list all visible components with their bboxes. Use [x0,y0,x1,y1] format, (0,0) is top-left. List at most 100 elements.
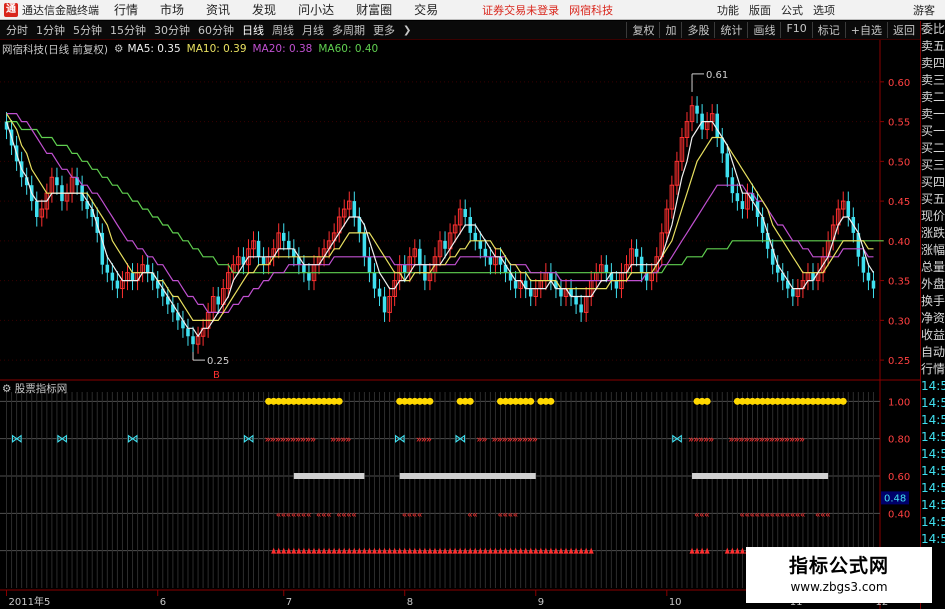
period-more[interactable]: 更多 [373,22,395,38]
guest-label[interactable]: 游客 [913,2,935,18]
menu-item-options[interactable]: 选项 [813,2,835,18]
menu-item-quotes[interactable]: 行情 [114,1,138,18]
signal-dot [335,397,343,405]
signal-arrow: » [426,435,432,446]
order-panel-item: 14:50 [921,396,945,410]
chevron-right-icon[interactable]: ❯ [403,25,411,36]
tool-mark[interactable]: 标记 [811,22,845,38]
price-tick-label: 0.40 [888,237,910,248]
period-monthly[interactable]: 月线 [302,22,324,38]
app-logo-icon: 通 [4,2,18,17]
candle-down [307,272,311,281]
menu-item-ask[interactable]: 问小达 [298,1,334,18]
order-panel-item: 外盘 [921,277,945,291]
sub-tick-label: 0.80 [888,435,910,446]
candle-down [216,296,220,305]
low-label: 0.25 [207,356,229,367]
signal-dot [527,397,535,405]
menu-item-discover[interactable]: 发现 [252,1,276,18]
tool-f10[interactable]: F10 [780,22,811,38]
menu-item-formula[interactable]: 公式 [781,2,803,18]
period-5min[interactable]: 5分钟 [73,22,102,38]
period-1min[interactable]: 1分钟 [36,22,65,38]
ma20-line [6,112,874,313]
menu-item-market[interactable]: 市场 [160,1,184,18]
ma10-label: MA10: 0.39 [186,43,247,55]
tool-add-watchlist[interactable]: +自选 [844,22,887,38]
chart-area[interactable]: 0.60 0.55 0.50 0.45 0.40 0.35 0.30 0.25 1.00 0.80… [0,40,920,609]
period-daily[interactable]: 日线 [242,22,264,38]
candle-down [377,288,382,297]
tool-add[interactable]: 加 [659,22,681,38]
signal-mark: « [704,510,710,520]
order-panel-item: 14:50 [921,430,945,444]
candle-down [579,304,583,313]
signal-arrow: » [310,435,316,446]
candle-down [634,248,639,257]
order-panel-item: 14:50 [921,464,945,478]
candle-down [191,336,195,345]
sub-tick-label: 1.00 [888,397,910,408]
period-timeshare[interactable]: 分时 [6,22,28,38]
tool-adjust[interactable]: 复权 [626,22,659,38]
menu-item-function[interactable]: 功能 [717,2,739,18]
signal-bar [293,473,365,479]
candle-down [362,232,367,257]
menu-item-wealth[interactable]: 财富圈 [356,1,392,18]
menu-item-trade[interactable]: 交易 [414,1,438,18]
period-60min[interactable]: 60分钟 [198,22,234,38]
candle-down [34,201,39,217]
ma5-label: MA5: 0.35 [127,43,181,55]
price-tick-label: 0.60 [888,78,910,89]
period-toolbar: 分时 1分钟 5分钟 15分钟 30分钟 60分钟 日线 周线 月线 多周期 更… [0,21,920,40]
period-weekly[interactable]: 周线 [272,22,294,38]
candle-down [735,193,740,202]
signal-dot [547,397,555,405]
login-notice[interactable]: 证券交易未登录 [482,2,559,18]
candle-down [418,248,422,265]
candle-down [488,256,493,265]
signal-bar [399,473,536,479]
candle-down [473,232,478,241]
time-tick-label: 8 [407,597,413,608]
tool-draw[interactable]: 画线 [747,22,780,38]
ma20-label: MA20: 0.38 [252,43,313,55]
gear-icon[interactable]: ⚙ [2,383,11,395]
period-30min[interactable]: 30分钟 [154,22,190,38]
menu-item-layout[interactable]: 版面 [749,2,771,18]
time-tick-label: 2011年5 [9,595,51,608]
price-tick-label: 0.50 [888,157,910,168]
chart-stock-title: 网宿科技(日线 前复权) [2,43,109,56]
order-panel-item: 委比 [921,22,945,36]
signal-mark: « [472,510,478,520]
tool-stats[interactable]: 统计 [714,22,747,38]
watermark: 指标公式网 www.zbgs3.com [746,547,932,603]
signal-mark: « [326,510,332,520]
order-panel-item: 14:50 [921,447,945,461]
candle-down [483,248,488,257]
period-multi[interactable]: 多周期 [332,22,365,38]
order-panel-item: 现价 [921,209,945,223]
butterfly-icon: ⋈ [11,432,23,446]
candle-down [372,272,377,289]
tool-multi-stock[interactable]: 多股 [681,22,714,38]
candle-down [463,209,467,217]
price-tick-label: 0.35 [888,277,910,288]
order-book-panel: 委比 卖五 卖四 卖三 卖二 卖一 买一 买二 买三 买四 买五 现价 涨跌 涨幅 总量 外盘 换手 净资 收益 自动… [920,21,945,609]
price-tick-label: 0.25 [888,356,910,367]
buy-signal-marker: B [213,370,220,381]
order-panel-item: 买三 [921,158,945,172]
candle-down [302,264,306,273]
gear-icon[interactable]: ⚙ [114,43,123,55]
kline-chart[interactable]: 0.60 0.55 0.50 0.45 0.40 0.35 0.30 0.25 1.00 0.80… [0,40,920,609]
candle-down [443,240,447,249]
menu-item-news[interactable]: 资讯 [206,1,230,18]
candle-down [115,280,120,289]
signal-dot [466,397,474,405]
tool-back[interactable]: 返回 [887,22,920,38]
stock-name-title: 网宿科技 [569,3,614,17]
order-panel-item: 涨跌 [921,226,945,240]
signal-arrow: » [345,435,351,446]
app-title: 通达信金融终端 [22,3,99,17]
period-15min[interactable]: 15分钟 [110,22,146,38]
